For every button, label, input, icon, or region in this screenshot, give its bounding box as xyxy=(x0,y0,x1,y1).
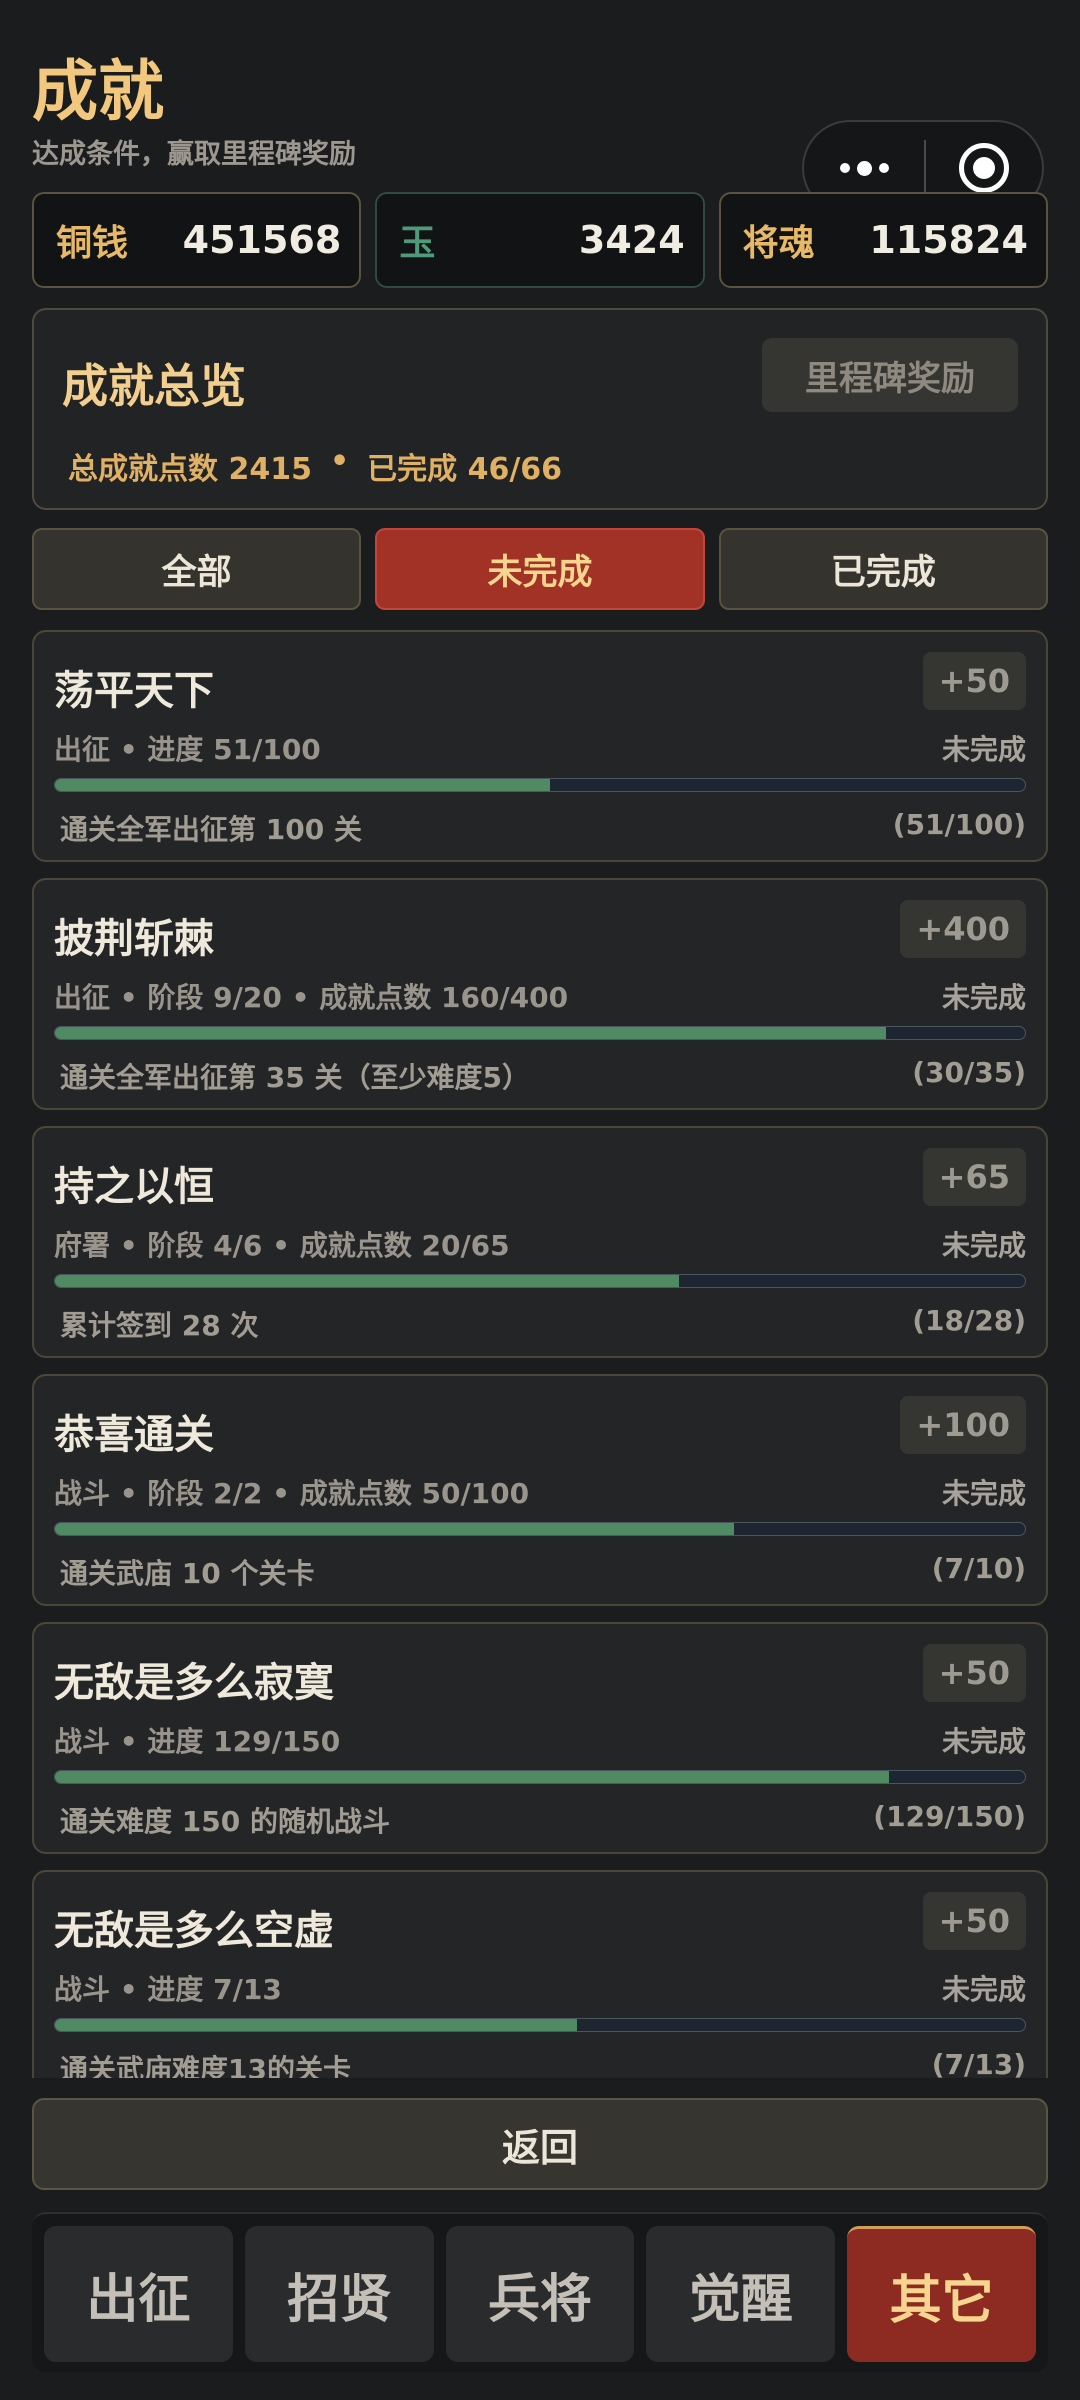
achievements-screen: 成就 达成条件，赢取里程碑奖励 铜钱 451568 玉 3424 将魂 1158… xyxy=(0,0,1080,2400)
progress-fill xyxy=(55,779,550,791)
reward-badge: +100 xyxy=(900,1396,1026,1454)
currency-value: 115824 xyxy=(869,218,1028,262)
achievement-meta: 战斗 • 进度 129/150 xyxy=(54,1725,341,1758)
currency-value: 3424 xyxy=(578,218,685,262)
reward-badge: +50 xyxy=(922,652,1026,710)
status-label: 未完成 xyxy=(941,981,1026,1014)
page-title: 成就 xyxy=(32,53,164,130)
currency-name: 将魂 xyxy=(742,223,815,264)
progress-count: (18/28) xyxy=(912,1304,1026,1337)
achievement-title: 披荆斩棘 xyxy=(54,916,214,962)
nav-awaken[interactable]: 觉醒 xyxy=(646,2226,836,2362)
achievement-card[interactable]: 持之以恒 +65 府署 • 阶段 4/6 • 成就点数 20/65 未完成 累计… xyxy=(32,1126,1048,1358)
nav-generals[interactable]: 兵将 xyxy=(445,2226,635,2362)
achievement-card[interactable]: 荡平天下 +50 出征 • 进度 51/100 未完成 通关全军出征第 100 … xyxy=(32,630,1048,862)
back-button[interactable]: 返回 xyxy=(32,2098,1048,2190)
total-points: 总成就点数 2415 xyxy=(68,452,312,487)
tab-incomplete[interactable]: 未完成 xyxy=(375,528,705,610)
target-circle-icon xyxy=(959,143,1009,193)
progress-fill xyxy=(55,1523,734,1535)
progress-bar xyxy=(54,1274,1026,1288)
reward-badge: +50 xyxy=(922,1892,1026,1950)
status-label: 未完成 xyxy=(941,1725,1026,1758)
achievement-card[interactable]: 无敌是多么寂寞 +50 战斗 • 进度 129/150 未完成 通关难度 150… xyxy=(32,1622,1048,1854)
progress-count: (51/100) xyxy=(892,808,1026,841)
achievement-list[interactable]: 荡平天下 +50 出征 • 进度 51/100 未完成 通关全军出征第 100 … xyxy=(32,630,1048,2078)
progress-fill xyxy=(55,2019,577,2031)
filter-tabs: 全部 未完成 已完成 xyxy=(32,528,1048,610)
milestone-reward-button[interactable]: 里程碑奖励 xyxy=(762,338,1018,412)
achievement-title: 持之以恒 xyxy=(54,1164,214,1210)
progress-count: (7/10) xyxy=(931,1552,1026,1585)
reward-badge: +50 xyxy=(922,1644,1026,1702)
nav-expedition[interactable]: 出征 xyxy=(44,2226,233,2362)
achievement-description: 通关全军出征第 35 关（至少难度5） xyxy=(60,1061,530,1094)
progress-fill xyxy=(55,1027,887,1039)
achievement-meta: 出征 • 阶段 9/20 • 成就点数 160/400 xyxy=(54,981,569,1014)
page-subtitle: 达成条件，赢取里程碑奖励 xyxy=(32,139,356,170)
achievement-description: 通关难度 150 的随机战斗 xyxy=(60,1805,390,1838)
achievement-card[interactable]: 无敌是多么空虚 +50 战斗 • 进度 7/13 未完成 通关武庙难度13的关卡… xyxy=(32,1870,1048,2078)
status-label: 未完成 xyxy=(941,1229,1026,1262)
currency-jade: 玉 3424 xyxy=(375,192,705,288)
achievement-meta: 战斗 • 进度 7/13 xyxy=(54,1973,282,2006)
completed-count: 已完成 46/66 xyxy=(367,452,563,487)
bottom-nav: 出征 招贤 兵将 觉醒 其它 xyxy=(32,2212,1048,2372)
status-label: 未完成 xyxy=(941,1477,1026,1510)
currency-bar: 铜钱 451568 玉 3424 将魂 115824 xyxy=(32,192,1048,288)
overview-title: 成就总览 xyxy=(62,359,246,413)
achievement-title: 无敌是多么寂寞 xyxy=(54,1660,334,1706)
achievement-title: 无敌是多么空虚 xyxy=(54,1908,334,1954)
tab-completed[interactable]: 已完成 xyxy=(718,528,1048,610)
progress-fill xyxy=(55,1275,679,1287)
progress-bar xyxy=(54,1522,1026,1536)
reward-badge: +400 xyxy=(900,900,1026,958)
achievement-card[interactable]: 披荆斩棘 +400 出征 • 阶段 9/20 • 成就点数 160/400 未完… xyxy=(32,878,1048,1110)
progress-count: (7/13) xyxy=(931,2048,1026,2078)
achievement-description: 累计签到 28 次 xyxy=(60,1309,259,1342)
achievement-description: 通关武庙 10 个关卡 xyxy=(60,1557,315,1590)
progress-fill xyxy=(55,1771,890,1783)
achievement-description: 通关武庙难度13的关卡 xyxy=(60,2053,351,2078)
nav-other[interactable]: 其它 xyxy=(847,2226,1036,2362)
reward-badge: +65 xyxy=(922,1148,1026,1206)
nav-recruit[interactable]: 招贤 xyxy=(244,2226,434,2362)
achievement-title: 荡平天下 xyxy=(54,668,214,714)
achievement-meta: 战斗 • 阶段 2/2 • 成就点数 50/100 xyxy=(54,1477,530,1510)
currency-general-soul: 将魂 115824 xyxy=(718,192,1048,288)
progress-count: (30/35) xyxy=(912,1056,1026,1089)
currency-value: 451568 xyxy=(182,218,342,262)
achievement-overview-panel: 成就总览 里程碑奖励 总成就点数 2415 • 已完成 46/66 xyxy=(32,308,1048,510)
stats-separator: • xyxy=(329,444,350,479)
progress-bar xyxy=(54,2018,1026,2032)
progress-bar xyxy=(54,1026,1026,1040)
overview-stats: 总成就点数 2415 • 已完成 46/66 xyxy=(68,444,562,488)
tab-all[interactable]: 全部 xyxy=(32,528,362,610)
achievement-card[interactable]: 恭喜通关 +100 战斗 • 阶段 2/2 • 成就点数 50/100 未完成 … xyxy=(32,1374,1048,1606)
achievement-description: 通关全军出征第 100 关 xyxy=(60,813,362,846)
progress-bar xyxy=(54,778,1026,792)
currency-name: 玉 xyxy=(399,223,436,264)
status-label: 未完成 xyxy=(941,733,1026,766)
currency-name: 铜钱 xyxy=(56,223,129,264)
achievement-meta: 府署 • 阶段 4/6 • 成就点数 20/65 xyxy=(54,1229,510,1262)
achievement-title: 恭喜通关 xyxy=(54,1412,214,1458)
achievement-meta: 出征 • 进度 51/100 xyxy=(54,733,321,766)
currency-copper: 铜钱 451568 xyxy=(32,192,362,288)
progress-bar xyxy=(54,1770,1026,1784)
progress-count: (129/150) xyxy=(873,1800,1026,1833)
status-label: 未完成 xyxy=(941,1973,1026,2006)
